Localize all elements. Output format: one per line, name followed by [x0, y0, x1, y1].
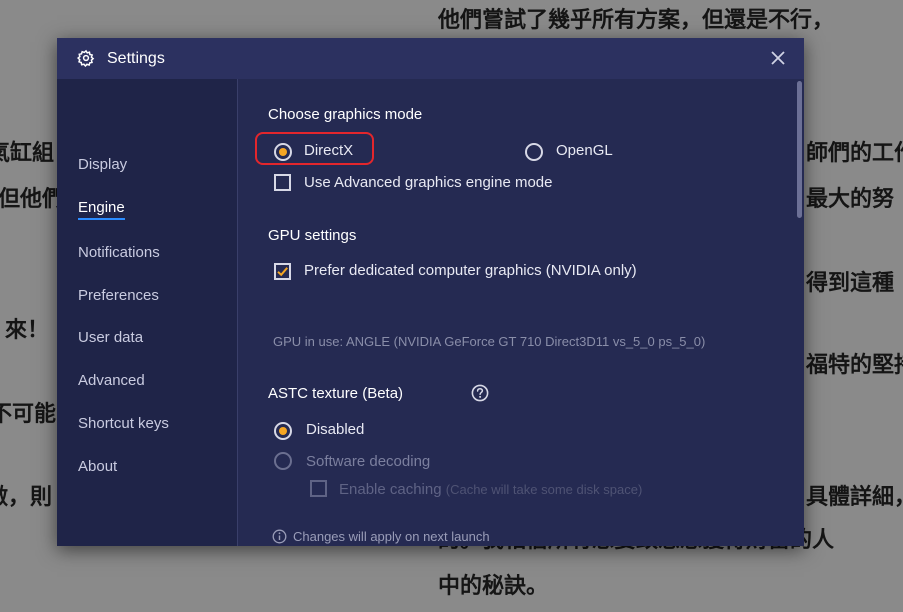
- active-tab-indicator: [78, 218, 125, 220]
- info-circle-icon: [272, 529, 287, 544]
- close-icon[interactable]: [768, 48, 788, 68]
- engine-settings-panel: Choose graphics mode DirectX OpenGL Use …: [238, 79, 804, 546]
- sidebar-item-display[interactable]: Display: [78, 156, 127, 173]
- enable-caching-text: Enable caching: [339, 481, 442, 498]
- sidebar-item-about[interactable]: About: [78, 458, 117, 475]
- enable-caching-label[interactable]: Enable caching (Cache will take some dis…: [339, 481, 642, 498]
- sidebar-item-notifications[interactable]: Notifications: [78, 244, 160, 261]
- content-scrollbar[interactable]: [794, 79, 804, 546]
- bg-line: 不可能: [0, 402, 57, 427]
- directx-radio[interactable]: [274, 143, 292, 161]
- bg-line: 得到這種: [806, 271, 895, 296]
- sidebar-item-label: Engine: [78, 199, 125, 216]
- settings-sidebar: Display Engine Notifications Preferences…: [57, 79, 238, 546]
- software-decoding-label[interactable]: Software decoding: [306, 453, 430, 470]
- bg-line: 他們嘗試了幾乎所有方案，但還是不行，: [438, 8, 835, 33]
- graphics-mode-heading: Choose graphics mode: [268, 106, 423, 123]
- astc-disabled-label[interactable]: Disabled: [306, 421, 364, 438]
- sidebar-item-label: Preferences: [78, 287, 159, 304]
- astc-heading: ASTC texture (Beta): [268, 385, 404, 402]
- advanced-engine-checkbox[interactable]: [274, 174, 291, 191]
- sidebar-item-label: Notifications: [78, 244, 160, 261]
- restart-note: Changes will apply on next launch: [272, 529, 490, 544]
- restart-note-text: Changes will apply on next launch: [293, 529, 490, 544]
- sidebar-item-label: Advanced: [78, 372, 145, 389]
- dedicated-gpu-label[interactable]: Prefer dedicated computer graphics (NVID…: [304, 262, 637, 279]
- enable-caching-checkbox[interactable]: [310, 480, 327, 497]
- gpu-in-use-text: GPU in use: ANGLE (NVIDIA GeForce GT 710…: [273, 334, 706, 349]
- checkmark-icon: [277, 267, 288, 277]
- bg-line: 最大的努: [806, 187, 895, 212]
- advanced-engine-label[interactable]: Use Advanced graphics engine mode: [304, 174, 553, 191]
- opengl-radio[interactable]: [525, 143, 543, 161]
- gpu-settings-heading: GPU settings: [268, 227, 357, 244]
- bg-line: 但他們: [0, 187, 65, 212]
- help-circle-icon[interactable]: [471, 384, 489, 402]
- sidebar-item-label: User data: [78, 329, 144, 346]
- gear-icon: [77, 49, 95, 67]
- sidebar-item-label: Shortcut keys: [78, 415, 169, 432]
- settings-dialog: Settings Display Engine Notifications Pr…: [57, 38, 804, 546]
- dialog-title: Settings: [107, 50, 165, 67]
- opengl-label[interactable]: OpenGL: [556, 142, 613, 159]
- sidebar-item-user-data[interactable]: User data: [78, 329, 143, 346]
- bg-line: 福特的堅持: [806, 353, 903, 378]
- sidebar-item-advanced[interactable]: Advanced: [78, 372, 145, 389]
- bg-line: 師們的工作: [806, 141, 903, 166]
- sidebar-item-label: Display: [78, 156, 128, 173]
- bg-line: 具體詳細，: [806, 485, 903, 510]
- scrollbar-thumb[interactable]: [797, 81, 802, 218]
- software-decoding-radio[interactable]: [274, 452, 292, 470]
- astc-disabled-radio[interactable]: [274, 422, 292, 440]
- sidebar-item-preferences[interactable]: Preferences: [78, 287, 159, 304]
- directx-label[interactable]: DirectX: [304, 142, 353, 159]
- bg-line: 做，則: [0, 485, 53, 510]
- bg-line: 氣缸組: [0, 141, 55, 166]
- dedicated-gpu-checkbox[interactable]: [274, 263, 291, 280]
- bg-line: 來！: [5, 318, 50, 343]
- caching-note: (Cache will take some disk space): [445, 482, 643, 497]
- sidebar-item-shortcut-keys[interactable]: Shortcut keys: [78, 415, 169, 432]
- sidebar-item-engine[interactable]: Engine: [78, 199, 125, 220]
- title-bar: Settings: [57, 38, 804, 79]
- bg-line: 中的秘訣。: [438, 574, 549, 599]
- sidebar-item-label: About: [78, 458, 118, 475]
